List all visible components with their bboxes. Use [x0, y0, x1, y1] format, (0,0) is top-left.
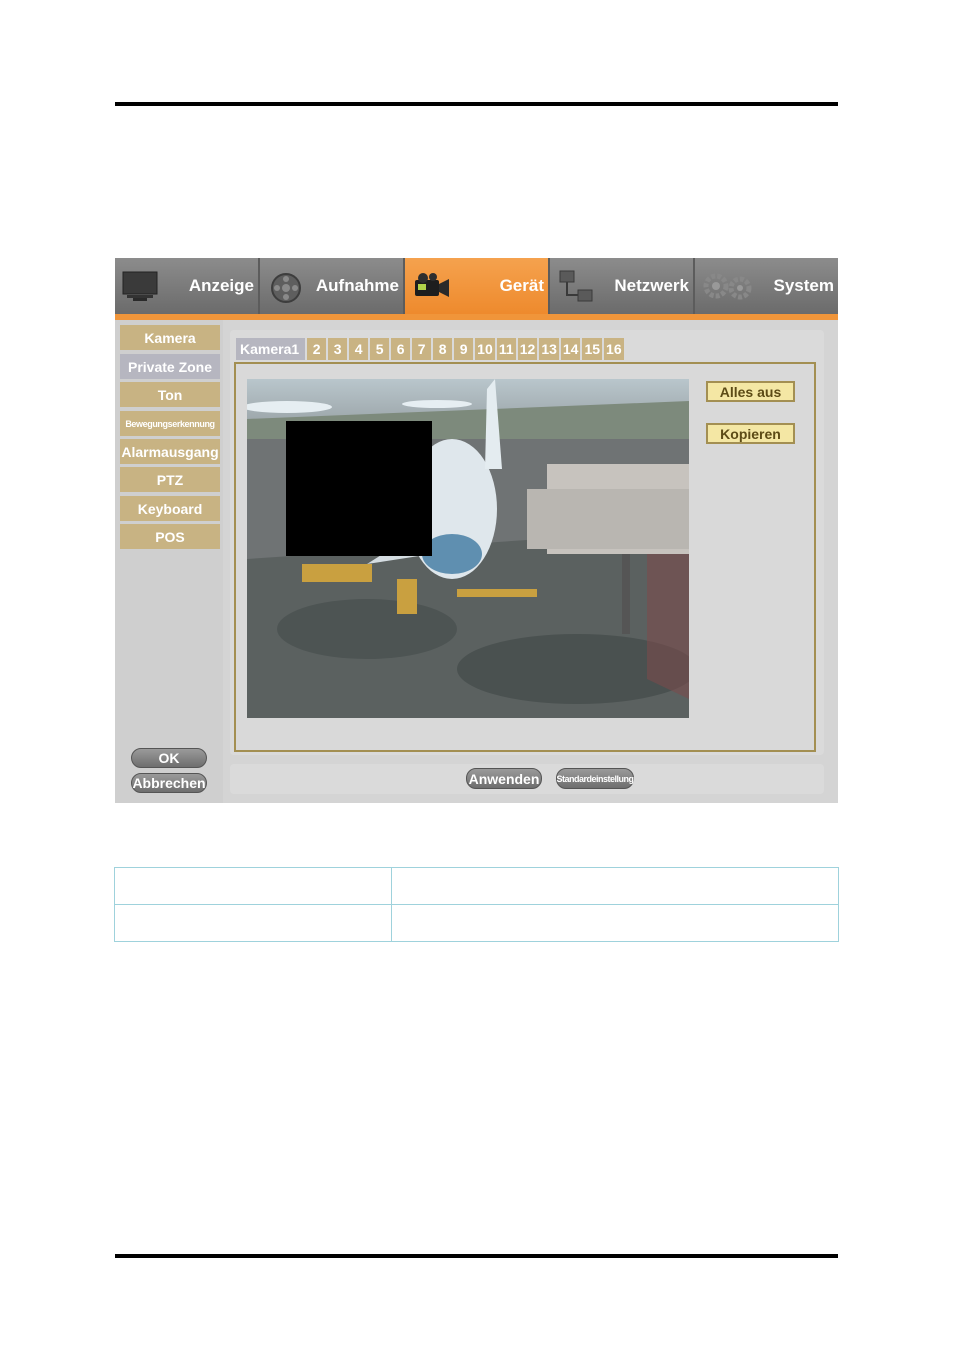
camera-tab[interactable]: 3 — [328, 338, 348, 360]
tab-system[interactable]: System — [695, 258, 838, 314]
table-cell — [391, 867, 839, 905]
camera-tab[interactable]: 9 — [454, 338, 474, 360]
camera-tab[interactable]: 4 — [349, 338, 369, 360]
sidebar-item-ptz[interactable]: PTZ — [120, 467, 220, 492]
default-settings-button[interactable]: Standardeinstellung — [556, 768, 634, 789]
sidebar-item-alarmausgang[interactable]: Alarmausgang — [120, 439, 220, 464]
copy-button[interactable]: Kopieren — [706, 423, 795, 444]
table-cell — [114, 904, 392, 942]
description-table — [114, 867, 839, 942]
sidebar-item-kamera[interactable]: Kamera — [120, 325, 220, 350]
nav-underline — [115, 314, 838, 320]
camera-tab[interactable]: 2 — [307, 338, 327, 360]
camera-tab[interactable]: 11 — [496, 338, 516, 360]
top-navigation: Anzeige Aufnahme Gerät Netzwerk System — [115, 258, 838, 320]
camera-preview[interactable] — [247, 379, 689, 718]
bottom-rule — [115, 1254, 838, 1258]
camera-tab[interactable]: 7 — [412, 338, 432, 360]
camcorder-icon — [415, 273, 449, 297]
tab-label: Anzeige — [188, 276, 254, 295]
top-rule — [115, 102, 838, 106]
camera-tabs: Kamera1 2 3 4 5 6 7 8 9 10 11 12 13 14 1… — [236, 338, 626, 360]
table-cell — [391, 904, 839, 942]
tab-netzwerk[interactable]: Netzwerk — [550, 258, 695, 314]
ok-button[interactable]: OK — [131, 748, 207, 768]
private-zone-panel: Kamera1 2 3 4 5 6 7 8 9 10 11 12 13 14 1… — [230, 330, 824, 755]
sidebar-item-private-zone[interactable]: Private Zone — [120, 354, 220, 379]
tab-aufnahme[interactable]: Aufnahme — [260, 258, 405, 314]
sidebar-item-pos[interactable]: POS — [120, 524, 220, 549]
table-cell — [114, 867, 392, 905]
camera-tab[interactable]: 6 — [391, 338, 411, 360]
sidebar-item-keyboard[interactable]: Keyboard — [120, 496, 220, 521]
camera-tab[interactable]: 8 — [433, 338, 453, 360]
monitor-icon — [122, 271, 158, 301]
tab-label: System — [773, 276, 834, 295]
action-bar: Anwenden Standardeinstellung — [230, 764, 824, 794]
tab-label: Netzwerk — [614, 276, 689, 295]
tab-anzeige[interactable]: Anzeige — [115, 258, 260, 314]
camera-frame: Alles aus Kopieren — [234, 362, 816, 752]
camera-tab[interactable]: 12 — [517, 338, 538, 360]
privacy-mask-zone[interactable] — [286, 421, 432, 556]
apply-button[interactable]: Anwenden — [466, 768, 542, 789]
tab-label: Aufnahme — [315, 276, 399, 295]
film-reel-icon — [271, 273, 301, 303]
tab-geraet[interactable]: Gerät — [405, 258, 550, 314]
cancel-button[interactable]: Abbrechen — [131, 773, 207, 793]
sidebar: Kamera Private Zone Ton Bewegungserkennu… — [115, 320, 223, 803]
all-off-button[interactable]: Alles aus — [706, 381, 795, 402]
dvr-settings-window: Anzeige Aufnahme Gerät Netzwerk System K… — [115, 258, 838, 803]
camera-tab[interactable]: 13 — [539, 338, 559, 360]
camera-tab[interactable]: 16 — [604, 338, 624, 360]
camera-tab[interactable]: 14 — [560, 338, 581, 360]
sidebar-item-bewegungserkennung[interactable]: Bewegungserkennung — [120, 411, 220, 436]
network-icon — [559, 270, 593, 302]
camera-tab[interactable]: Kamera1 — [236, 338, 306, 360]
camera-tab[interactable]: 15 — [582, 338, 603, 360]
camera-tab[interactable]: 5 — [370, 338, 390, 360]
gears-icon — [703, 273, 752, 300]
table-row — [114, 867, 839, 905]
camera-tab[interactable]: 10 — [475, 338, 495, 360]
sidebar-item-ton[interactable]: Ton — [120, 382, 220, 407]
table-row — [114, 904, 839, 942]
tab-label: Gerät — [499, 276, 544, 295]
